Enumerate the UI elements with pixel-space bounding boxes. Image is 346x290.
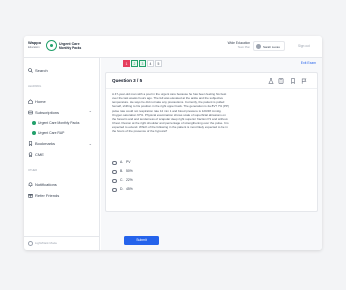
brand-subtitle: Education [28,46,40,49]
answer-option-d[interactable]: D. 45% [112,186,172,195]
sidebar-item-label: Bookmarks [35,141,56,146]
theme-toggle-label: Light/Dark Mode [35,241,58,245]
exit-exam-link[interactable]: Exit Exam [301,61,316,65]
home-icon [28,99,33,104]
question-number-button[interactable]: 5 [155,60,162,67]
sidebar-subitem-label: Urgent Care Monthly Packs [38,120,80,125]
status-dot [32,121,36,125]
sidebar-item-bookmarks[interactable]: Bookmarks ⌄ [28,140,96,147]
sidebar-item-cme[interactable]: CME [28,151,96,158]
bell-icon [28,182,33,187]
main-content: 1 2 3 4 5 Exit Exam Question 3 / 5 A 47-… [101,58,322,250]
option-value: 45% [126,187,133,191]
search-icon [28,68,33,73]
option-letter: B. [120,169,124,173]
app-window: Wappo Education Urgent Care Monthly Pack… [24,36,322,250]
theme-icon [28,241,33,246]
sidebar-item-notifications[interactable]: Notifications [28,181,96,188]
answer-option-b[interactable]: B. 50% [112,168,172,177]
bookmark-icon[interactable] [290,78,296,84]
question-number-button[interactable]: 4 [147,60,154,67]
option-letter: A. [120,160,124,164]
sidebar-item-label: Search [35,68,48,73]
answer-option-a[interactable]: A. PV [112,159,172,168]
avatar [256,44,261,49]
sidebar-item-label: Home [35,99,46,104]
answer-options: A. PV B. 50% C. 22% D. 45% [112,159,172,195]
answer-option-c[interactable]: C. 22% [112,177,172,186]
question-card: Question 3 / 5 A 47-year-old man with a … [105,72,318,212]
logo-icon [46,40,57,51]
brand-name: Wappo [28,40,42,45]
option-value: PV [126,160,131,164]
radio-button[interactable] [112,187,117,192]
chevron-down-icon: ⌄ [88,141,92,146]
sign-out-link[interactable]: Sign out [298,44,310,48]
question-number-button[interactable]: 3 [139,60,146,67]
theme-toggle[interactable]: Light/Dark Mode [24,236,100,250]
section-caption-learning: LEARNING [28,85,42,88]
cme-icon [28,152,33,157]
option-value: 22% [126,178,133,182]
gift-icon [28,194,33,198]
radio-button[interactable] [112,169,117,174]
sidebar-item-home[interactable]: Home [28,98,96,105]
sidebar-item-label: Notifications [35,182,57,187]
question-stem: A 47-year-old man with a pool in the urg… [112,92,230,134]
option-letter: D. [120,187,124,191]
sidebar-item-label: Subscriptions [35,110,60,115]
sidebar-subitem-monthly-packs[interactable]: Urgent Care Monthly Packs [32,120,96,126]
bookmark-icon [28,141,33,146]
flag-icon[interactable] [301,78,307,84]
chevron-up-icon: ⌃ [88,110,92,115]
sidebar-item-label: CME [35,152,44,157]
radio-button[interactable] [112,160,117,165]
radio-button[interactable] [112,178,117,183]
flask-icon[interactable] [268,78,274,84]
subscriptions-icon [28,110,33,115]
user-name: Sarah Lucas [263,44,280,49]
question-number-button[interactable]: 1 [123,60,130,67]
course-subtitle: Monthly Packs [59,46,82,50]
org-plan: Team Plan [237,45,250,49]
sidebar-subitem-rap[interactable]: Urgent Care RAP [32,130,96,136]
org-info: Wide Education Team Plan [224,41,250,49]
sidebar-item-label: Refer Friends [35,193,60,198]
question-title: Question 3 / 5 [112,78,143,83]
calculator-icon[interactable] [278,78,284,84]
top-header: Wappo Education Urgent Care Monthly Pack… [24,36,322,58]
sidebar-subitem-label: Urgent Care RAP [38,130,65,135]
user-menu[interactable]: Sarah Lucas [253,41,285,51]
sidebar: Search LEARNING Home Subscriptions ⌃ Urg… [24,58,100,250]
divider [106,88,317,89]
sidebar-item-subscriptions[interactable]: Subscriptions ⌃ [28,109,96,116]
status-dot [32,131,36,135]
sidebar-item-search[interactable]: Search [28,67,96,74]
question-number-button[interactable]: 2 [131,60,138,67]
question-navigator: 1 2 3 4 5 Exit Exam [101,60,322,68]
section-caption-other: OTHER [28,169,38,172]
submit-button[interactable]: Submit [124,236,159,245]
sidebar-item-refer-friends[interactable]: Refer Friends [28,192,96,199]
option-value: 50% [126,169,133,173]
option-letter: C. [120,178,124,182]
